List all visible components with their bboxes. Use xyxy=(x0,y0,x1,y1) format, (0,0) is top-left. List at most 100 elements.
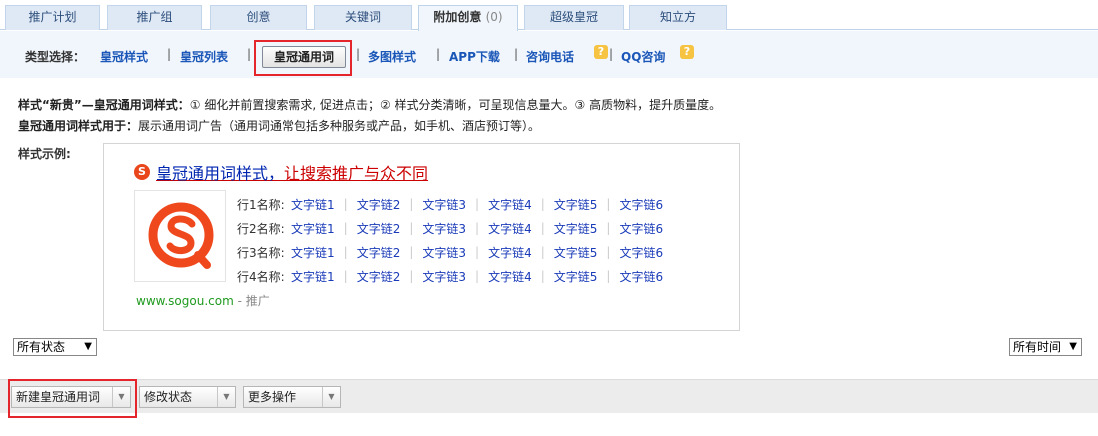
sample-headline-rest: 让搜索推广与众不同 xyxy=(284,164,429,183)
sample-text-link[interactable]: 文字链4 xyxy=(488,196,532,213)
separator: | xyxy=(540,221,545,235)
sogou-logo-icon: S xyxy=(134,164,150,180)
sample-text-link[interactable]: 文字链5 xyxy=(554,196,598,213)
sample-preview: S 皇冠通用词样式，让搜索推广与众不同 行1名称: 文字链1 | 文字链2 | 文字链3 |… xyxy=(103,143,740,331)
type-phone[interactable]: 咨询电话 xyxy=(526,48,574,65)
sample-headline-main: 皇冠通用词样式， xyxy=(156,164,285,183)
help-icon[interactable]: ? xyxy=(594,45,608,59)
separator: | xyxy=(514,47,519,61)
sample-url: www.sogou.com - 推广 xyxy=(136,292,270,309)
time-filter-value: 所有时间 xyxy=(1013,340,1062,354)
sample-text-link[interactable]: 文字链5 xyxy=(554,244,598,261)
sample-text-link[interactable]: 文字链2 xyxy=(357,244,401,261)
sample-logo-image xyxy=(134,190,226,282)
highlight-box xyxy=(254,40,352,76)
type-crown-list[interactable]: 皇冠列表 xyxy=(180,48,228,65)
sample-text-link[interactable]: 文字链6 xyxy=(619,220,663,237)
separator: | xyxy=(606,197,611,211)
tab-super-crown[interactable]: 超级皇冠 xyxy=(524,5,624,30)
separator: | xyxy=(356,47,361,61)
more-actions-button[interactable]: 更多操作 ▼ xyxy=(243,386,341,408)
tab-extra-creative[interactable]: 附加创意 (0) xyxy=(418,5,518,31)
sample-row-name: 行4名称: xyxy=(237,269,285,284)
sample-text-link[interactable]: 文字链3 xyxy=(422,268,466,285)
tab-knowledge-cube[interactable]: 知立方 xyxy=(629,5,727,30)
tab-label: 关键词 xyxy=(344,10,381,24)
sample-text-link[interactable]: 文字链2 xyxy=(357,220,401,237)
separator: | xyxy=(167,47,172,61)
sample-text-link[interactable]: 文字链1 xyxy=(291,220,335,237)
modify-status-button[interactable]: 修改状态 ▼ xyxy=(139,386,236,408)
separator: | xyxy=(606,269,611,283)
tab-bar: 推广计划 推广组 创意 关键词 附加创意 (0) 超级皇冠 知立方 xyxy=(0,0,1098,31)
usage-heading: 皇冠通用词样式用于： xyxy=(18,119,139,133)
help-icon[interactable]: ? xyxy=(680,45,694,59)
sample-link-rows: 行1名称: 文字链1 | 文字链2 | 文字链3 | 文字链4 | 文字链5 | 文字链6 行2名称: 文… xyxy=(237,192,663,288)
tab-group[interactable]: 推广组 xyxy=(107,5,202,30)
sample-text-link[interactable]: 文字链3 xyxy=(422,220,466,237)
description-heading: 样式“新贵”—皇冠通用词样式： xyxy=(18,98,190,112)
tab-label: 创意 xyxy=(246,10,271,24)
usage-text: 展示通用词广告（通用词通常包括多种服务或产品，如手机、酒店预订等）。 xyxy=(138,119,541,133)
type-crown-style[interactable]: 皇冠样式 xyxy=(100,48,148,65)
sample-text-link[interactable]: 文字链6 xyxy=(619,196,663,213)
separator: | xyxy=(606,221,611,235)
separator: | xyxy=(475,269,480,283)
tab-keyword[interactable]: 关键词 xyxy=(314,5,412,30)
separator: | xyxy=(540,197,545,211)
separator: | xyxy=(409,269,414,283)
separator: | xyxy=(606,245,611,259)
tab-count: (0) xyxy=(485,10,503,24)
separator: | xyxy=(409,245,414,259)
separator: | xyxy=(609,47,614,61)
sample-headline[interactable]: 皇冠通用词样式，让搜索推广与众不同 xyxy=(156,160,428,184)
sample-text-link[interactable]: 文字链4 xyxy=(488,244,532,261)
sample-text-link[interactable]: 文字链1 xyxy=(291,244,335,261)
tab-plan[interactable]: 推广计划 xyxy=(5,5,100,30)
separator: | xyxy=(247,47,252,61)
tab-creative[interactable]: 创意 xyxy=(210,5,307,30)
sample-text-link[interactable]: 文字链3 xyxy=(422,244,466,261)
sample-text-link[interactable]: 文字链3 xyxy=(422,196,466,213)
chevron-down-icon[interactable]: ▼ xyxy=(322,387,340,407)
time-filter-select[interactable]: 所有时间 ▼ xyxy=(1009,338,1082,356)
sample-text-link[interactable]: 文字链6 xyxy=(619,244,663,261)
type-selector-bar: 类型选择： 皇冠样式 | 皇冠列表 | 皇冠通用词 | 多图样式 | APP下载… xyxy=(0,31,1098,78)
type-multi-image[interactable]: 多图样式 xyxy=(368,48,416,65)
tab-label: 附加创意 xyxy=(433,10,482,24)
sample-url-text: www.sogou.com xyxy=(136,294,234,308)
sample-text-link[interactable]: 文字链4 xyxy=(488,268,532,285)
sample-text-link[interactable]: 文字链1 xyxy=(291,196,335,213)
sample-label: 样式示例: xyxy=(18,147,71,161)
sample-text-link[interactable]: 文字链5 xyxy=(554,220,598,237)
sogou-logo-icon xyxy=(148,202,214,269)
highlight-box xyxy=(8,379,137,418)
separator: | xyxy=(409,221,414,235)
chevron-down-icon: ▼ xyxy=(84,341,92,352)
sample-title: S 皇冠通用词样式，让搜索推广与众不同 xyxy=(134,160,428,184)
style-description: 样式“新贵”—皇冠通用词样式：① 细化并前置搜索需求, 促进点击；② 样式分类清… xyxy=(18,96,721,113)
sample-text-link[interactable]: 文字链1 xyxy=(291,268,335,285)
sample-ad-tag: - 推广 xyxy=(233,294,270,308)
sample-text-link[interactable]: 文字链5 xyxy=(554,268,598,285)
sample-text-link[interactable]: 文字链4 xyxy=(488,220,532,237)
separator: | xyxy=(540,245,545,259)
action-bar: 新建皇冠通用词 ▼ 修改状态 ▼ 更多操作 ▼ xyxy=(0,379,1098,413)
separator: | xyxy=(343,221,348,235)
type-qq[interactable]: QQ咨询 xyxy=(621,48,665,65)
sample-text-link[interactable]: 文字链2 xyxy=(357,268,401,285)
tab-label: 推广组 xyxy=(136,10,173,24)
description-text: ① 细化并前置搜索需求, 促进点击；② 样式分类清晰，可呈现信息量大。③ 高质物… xyxy=(189,98,722,112)
separator: | xyxy=(343,245,348,259)
status-filter-select[interactable]: 所有状态 ▼ xyxy=(13,338,97,356)
tab-label: 知立方 xyxy=(659,10,696,24)
sample-link-row: 行1名称: 文字链1 | 文字链2 | 文字链3 | 文字链4 | 文字链5 | 文字链6 xyxy=(237,192,663,216)
tab-label: 推广计划 xyxy=(28,10,77,24)
type-app-download[interactable]: APP下载 xyxy=(449,48,500,65)
sample-text-link[interactable]: 文字链6 xyxy=(619,268,663,285)
type-selector-label: 类型选择： xyxy=(25,50,86,64)
separator: | xyxy=(540,269,545,283)
sample-text-link[interactable]: 文字链2 xyxy=(357,196,401,213)
separator: | xyxy=(343,269,348,283)
chevron-down-icon[interactable]: ▼ xyxy=(217,387,235,407)
